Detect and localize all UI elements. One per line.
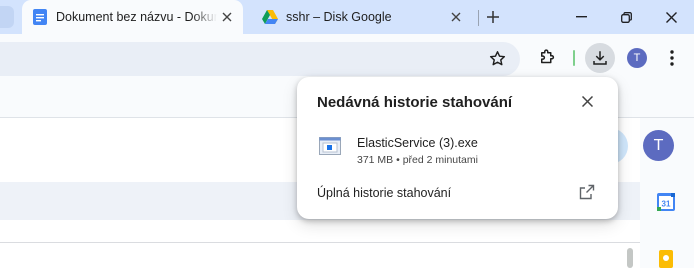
tab-title: Dokument bez názvu - Dokumenty Google	[56, 10, 217, 24]
popup-title: Nedávná historie stahování	[317, 94, 513, 111]
address-bar[interactable]	[0, 42, 520, 76]
downloads-button[interactable]	[585, 43, 615, 73]
google-drive-icon	[262, 9, 278, 25]
download-file-name[interactable]: ElasticService (3).exe	[357, 136, 478, 150]
open-in-new-icon[interactable]	[579, 184, 597, 202]
divider	[0, 242, 640, 243]
tab-separator	[478, 10, 479, 26]
tab-previous-edge[interactable]	[0, 6, 14, 28]
more-vert-icon	[670, 50, 674, 66]
close-window-button[interactable]	[654, 4, 688, 30]
menu-button[interactable]	[657, 43, 687, 73]
tab-google-docs[interactable]: Dokument bez názvu - Dokumenty Google	[22, 0, 243, 34]
download-file-meta: 371 MB • před 2 minutami	[357, 154, 478, 166]
tab-title: sshr – Disk Google	[286, 10, 392, 24]
download-history-popup: Nedávná historie stahování ElasticServic…	[297, 77, 618, 219]
extensions-button[interactable]	[532, 43, 562, 73]
account-avatar[interactable]: T	[643, 130, 674, 161]
puzzle-icon	[541, 49, 555, 64]
minimize-icon	[575, 16, 587, 18]
bookmark-star-button[interactable]	[482, 43, 512, 73]
google-keep-icon[interactable]	[657, 250, 675, 268]
close-icon[interactable]	[217, 7, 237, 27]
full-history-link[interactable]: Úplná historie stahování	[317, 186, 451, 200]
close-icon	[665, 11, 677, 23]
calendar-day: 31	[662, 200, 671, 209]
restore-icon	[620, 11, 632, 23]
close-icon[interactable]	[446, 7, 466, 27]
plus-icon	[487, 11, 499, 23]
restore-button[interactable]	[609, 4, 643, 30]
minimize-button[interactable]	[564, 4, 598, 30]
toolbar-separator	[573, 50, 575, 66]
tab-google-drive[interactable]: sshr – Disk Google	[252, 0, 472, 34]
browser-toolbar: T	[0, 34, 694, 82]
google-docs-icon	[32, 9, 48, 25]
exe-file-icon	[319, 137, 341, 155]
close-icon	[581, 95, 593, 107]
avatar: T	[627, 48, 647, 68]
google-calendar-icon[interactable]: 31	[657, 193, 675, 211]
download-icon	[593, 51, 607, 65]
profile-button[interactable]: T	[622, 43, 652, 73]
scrollbar-thumb[interactable]	[627, 248, 633, 268]
tab-strip: Dokument bez názvu - Dokumenty Google ss…	[0, 0, 694, 34]
close-popup-button[interactable]	[577, 91, 597, 111]
new-tab-button[interactable]	[481, 5, 505, 29]
star-icon	[489, 50, 505, 65]
